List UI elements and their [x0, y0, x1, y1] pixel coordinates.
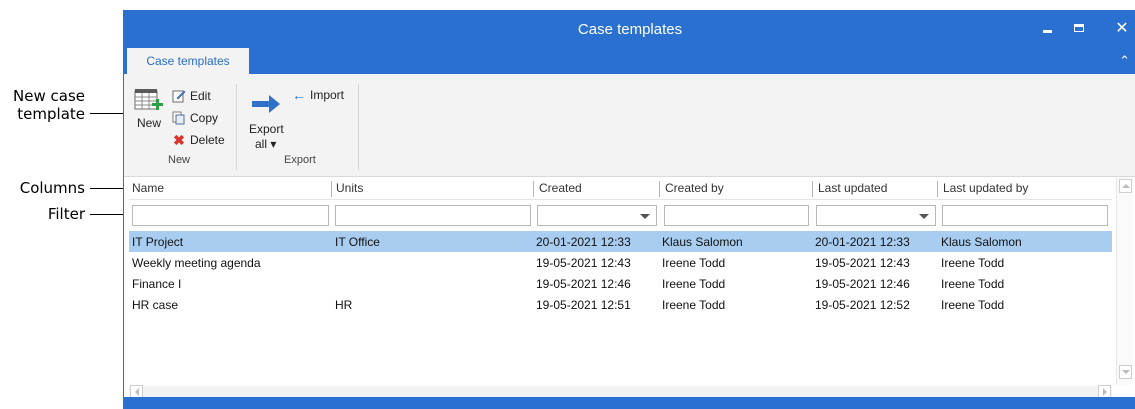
column-header-last-updated[interactable]: Last updated: [818, 181, 887, 199]
close-button[interactable]: ✕: [1109, 16, 1135, 40]
status-bar: [124, 397, 1135, 409]
scroll-down-button[interactable]: [1119, 365, 1132, 379]
scroll-right-icon: [1102, 388, 1107, 396]
chevron-down-icon: [640, 214, 650, 219]
callout-filter: Filter: [47, 205, 85, 223]
import-label: Import: [310, 88, 345, 102]
scroll-down-icon: [1121, 370, 1130, 374]
ribbon-tab-strip: Case templates ⌃: [124, 48, 1135, 74]
cell-units: HR: [335, 298, 353, 312]
export-group-label: Export: [284, 154, 316, 166]
delete-label: Delete: [190, 133, 225, 147]
export-label-line1: Export: [249, 122, 284, 136]
import-button[interactable]: ← Import: [292, 86, 344, 104]
cell-created-by: Ireene Todd: [662, 298, 726, 312]
callout-new-case-template-line1: New case: [13, 87, 85, 105]
title-bar[interactable]: Case templates ✕: [124, 10, 1135, 48]
cell-last-updated-by: Ireene Todd: [941, 298, 1005, 312]
export-label-line2: all ▾: [255, 137, 277, 151]
new-button[interactable]: New: [134, 86, 168, 136]
column-header-units[interactable]: Units: [336, 181, 363, 199]
ribbon: New Edit Copy ✖ Delete New Export all ▾ …: [124, 74, 1135, 177]
case-templates-grid: Name Units Created Created by Last updat…: [124, 177, 1135, 399]
column-separator[interactable]: [533, 181, 534, 197]
cell-last-updated-by: Klaus Salomon: [941, 235, 1022, 249]
cell-last-updated-by: Ireene Todd: [941, 256, 1005, 270]
maximize-icon: [1074, 24, 1084, 32]
new-case-template-icon: [134, 89, 163, 110]
close-icon: ✕: [1115, 20, 1129, 37]
chevron-down-icon: [919, 214, 929, 219]
table-row[interactable]: Finance I 19-05-2021 12:46 Ireene Todd 1…: [129, 273, 1112, 294]
column-header-created[interactable]: Created: [539, 181, 582, 199]
edit-icon: [172, 90, 186, 103]
column-header-last-updated-by[interactable]: Last updated by: [943, 181, 1028, 199]
column-separator[interactable]: [812, 181, 813, 197]
cell-name: Weekly meeting agenda: [132, 256, 261, 270]
cell-last-updated-by: Ireene Todd: [941, 277, 1005, 291]
cell-created-by: Klaus Salomon: [662, 235, 743, 249]
column-header-created-by[interactable]: Created by: [665, 181, 724, 199]
copy-label: Copy: [190, 111, 219, 125]
column-header-name[interactable]: Name: [132, 181, 164, 199]
ribbon-group-separator-2: [358, 84, 359, 170]
export-arrow-icon: [252, 95, 280, 113]
export-all-button[interactable]: Export all ▾: [249, 92, 289, 151]
filter-last-updated-dropdown[interactable]: [816, 205, 936, 226]
callout-columns: Columns: [19, 179, 85, 197]
cell-created: 20-01-2021 12:33: [536, 235, 631, 249]
scroll-up-button[interactable]: [1119, 179, 1132, 193]
delete-icon: ✖: [173, 131, 185, 148]
column-separator[interactable]: [659, 181, 660, 197]
filter-last-updated-by-input[interactable]: [942, 205, 1108, 226]
edit-label: Edit: [190, 89, 211, 103]
window-title: Case templates: [577, 21, 683, 38]
callout-new-case-template-line2: template: [17, 105, 85, 123]
new-group-label: New: [168, 154, 191, 166]
table-row[interactable]: HR case HR 19-05-2021 12:51 Ireene Todd …: [129, 294, 1112, 315]
cell-created: 19-05-2021 12:51: [536, 298, 631, 312]
cell-last-updated: 19-05-2021 12:43: [815, 256, 910, 270]
new-button-label: New: [137, 116, 162, 130]
minimize-icon: [1042, 29, 1052, 33]
cell-created-by: Ireene Todd: [662, 277, 726, 291]
cell-created: 19-05-2021 12:43: [536, 256, 631, 270]
vertical-scrollbar[interactable]: [1116, 177, 1133, 385]
import-arrow-icon: ←: [292, 87, 306, 103]
cell-name: Finance I: [132, 277, 182, 291]
copy-icon: [172, 111, 185, 125]
filter-created-dropdown[interactable]: [537, 205, 657, 226]
filter-created-by-input[interactable]: [664, 205, 809, 226]
edit-button[interactable]: Edit: [172, 87, 211, 105]
ribbon-group-separator-1: [236, 84, 237, 170]
column-separator[interactable]: [937, 181, 938, 197]
scroll-left-icon: [134, 388, 139, 396]
tab-case-templates[interactable]: Case templates: [127, 48, 249, 74]
cell-last-updated: 19-05-2021 12:52: [815, 298, 910, 312]
minimize-button[interactable]: [1034, 16, 1060, 40]
cell-last-updated: 20-01-2021 12:33: [815, 235, 910, 249]
collapse-ribbon-icon[interactable]: ⌃: [1119, 53, 1130, 69]
scroll-up-icon: [1121, 184, 1130, 188]
cell-name: HR case: [132, 298, 179, 312]
filter-name-input[interactable]: [132, 205, 329, 226]
cell-name: IT Project: [132, 235, 184, 249]
callout-new-case-template: New case template: [10, 87, 85, 123]
cell-created-by: Ireene Todd: [662, 256, 726, 270]
cell-units: IT Office: [335, 235, 380, 249]
cell-last-updated: 19-05-2021 12:46: [815, 277, 910, 291]
table-row[interactable]: Weekly meeting agenda 19-05-2021 12:43 I…: [129, 252, 1112, 273]
case-templates-window: Case templates ✕ Case templates ⌃ New Ed…: [123, 10, 1135, 409]
cell-created: 19-05-2021 12:46: [536, 277, 631, 291]
delete-button[interactable]: ✖ Delete: [172, 131, 225, 149]
copy-button[interactable]: Copy: [172, 109, 218, 127]
column-separator[interactable]: [331, 181, 332, 197]
header-divider: [129, 199, 1112, 200]
maximize-button[interactable]: [1066, 16, 1092, 40]
table-row[interactable]: IT Project IT Office 20-01-2021 12:33 Kl…: [129, 231, 1112, 252]
filter-units-input[interactable]: [335, 205, 531, 226]
